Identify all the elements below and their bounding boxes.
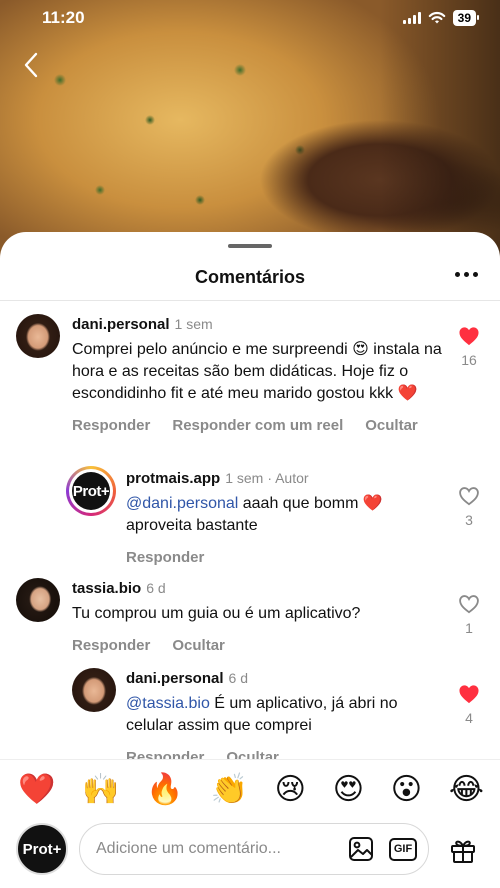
wifi-icon: [428, 11, 445, 24]
like-count: 4: [465, 710, 473, 726]
like-count: 3: [465, 512, 473, 528]
emoji-laughing[interactable]: 😂: [449, 772, 484, 807]
gif-icon: GIF: [388, 837, 418, 861]
comment-input[interactable]: [96, 840, 334, 858]
heart-filled-icon[interactable]: [458, 684, 480, 704]
comment-username[interactable]: protmais.app: [126, 470, 220, 487]
mention-link[interactable]: @tassia.bio: [126, 695, 210, 712]
status-time: 11:20: [42, 8, 85, 27]
hide-button[interactable]: Ocultar: [172, 637, 225, 654]
avatar[interactable]: [72, 668, 116, 712]
avatar[interactable]: [16, 578, 60, 622]
comment-time: 1 sem: [225, 470, 264, 486]
gift-button[interactable]: [446, 835, 480, 865]
emoji-crying[interactable]: 😢: [275, 772, 306, 807]
comment-time: 1 sem: [174, 316, 213, 332]
heart-filled-icon[interactable]: [458, 326, 480, 346]
quick-emoji-bar: ❤️ 🙌 🔥 👏 😢 😍 😮 😂: [0, 759, 500, 819]
comment-text: Comprei pelo anúncio e me surpreendi 😍 i…: [72, 341, 442, 402]
comment-input-box[interactable]: GIF: [79, 823, 429, 875]
more-options-button[interactable]: [453, 266, 480, 283]
comment-username[interactable]: tassia.bio: [72, 580, 141, 597]
author-tag: · Autor: [267, 470, 309, 486]
avatar[interactable]: Prot+: [66, 466, 116, 516]
post-photo: [0, 0, 500, 260]
like-count: 1: [465, 620, 473, 636]
comment-text: Tu comprou um guia ou é um aplicativo?: [72, 605, 361, 622]
image-picker-button[interactable]: [346, 834, 376, 864]
avatar-logo-text: Prot+: [72, 472, 110, 510]
status-icons: 39: [402, 10, 480, 26]
emoji-clapping[interactable]: 👏: [210, 772, 247, 807]
image-icon: [349, 837, 373, 861]
like-count: 16: [461, 352, 477, 368]
reply-button[interactable]: Responder: [72, 417, 150, 434]
avatar[interactable]: [16, 314, 60, 358]
chevron-left-icon: [24, 52, 38, 78]
gift-icon: [451, 840, 475, 863]
status-bar: 11:20 39: [0, 0, 500, 36]
comment-composer: Prot+ GIF: [0, 818, 500, 888]
current-user-avatar: Prot+: [16, 823, 68, 875]
sheet-header: Comentários: [0, 254, 500, 300]
sheet-grabber[interactable]: [228, 244, 272, 248]
emoji-heart-eyes[interactable]: 😍: [333, 772, 364, 807]
heart-outline-icon[interactable]: [458, 594, 480, 614]
hide-button[interactable]: Ocultar: [365, 417, 418, 434]
emoji-fire[interactable]: 🔥: [146, 772, 183, 807]
mention-link[interactable]: @dani.personal: [126, 495, 238, 512]
comment-username[interactable]: dani.personal: [126, 670, 224, 687]
emoji-surprised[interactable]: 😮: [391, 772, 422, 807]
sheet-title: Comentários: [194, 266, 306, 287]
gif-picker-button[interactable]: GIF: [388, 834, 418, 864]
comment-time: 6 d: [228, 670, 248, 686]
emoji-raised-hands[interactable]: 🙌: [82, 772, 119, 807]
reply-with-reel-button[interactable]: Responder com um reel: [172, 417, 343, 434]
signal-icon: [402, 12, 421, 24]
header-divider: [0, 300, 500, 301]
battery-icon: 39: [452, 10, 480, 26]
reply-button[interactable]: Responder: [72, 637, 150, 654]
emoji-heart[interactable]: ❤️: [18, 772, 55, 807]
comment-time: 6 d: [146, 580, 166, 596]
comment-username[interactable]: dani.personal: [72, 316, 170, 333]
back-button[interactable]: [18, 50, 44, 80]
heart-outline-icon[interactable]: [458, 486, 480, 506]
reply-button[interactable]: Responder: [126, 549, 204, 566]
